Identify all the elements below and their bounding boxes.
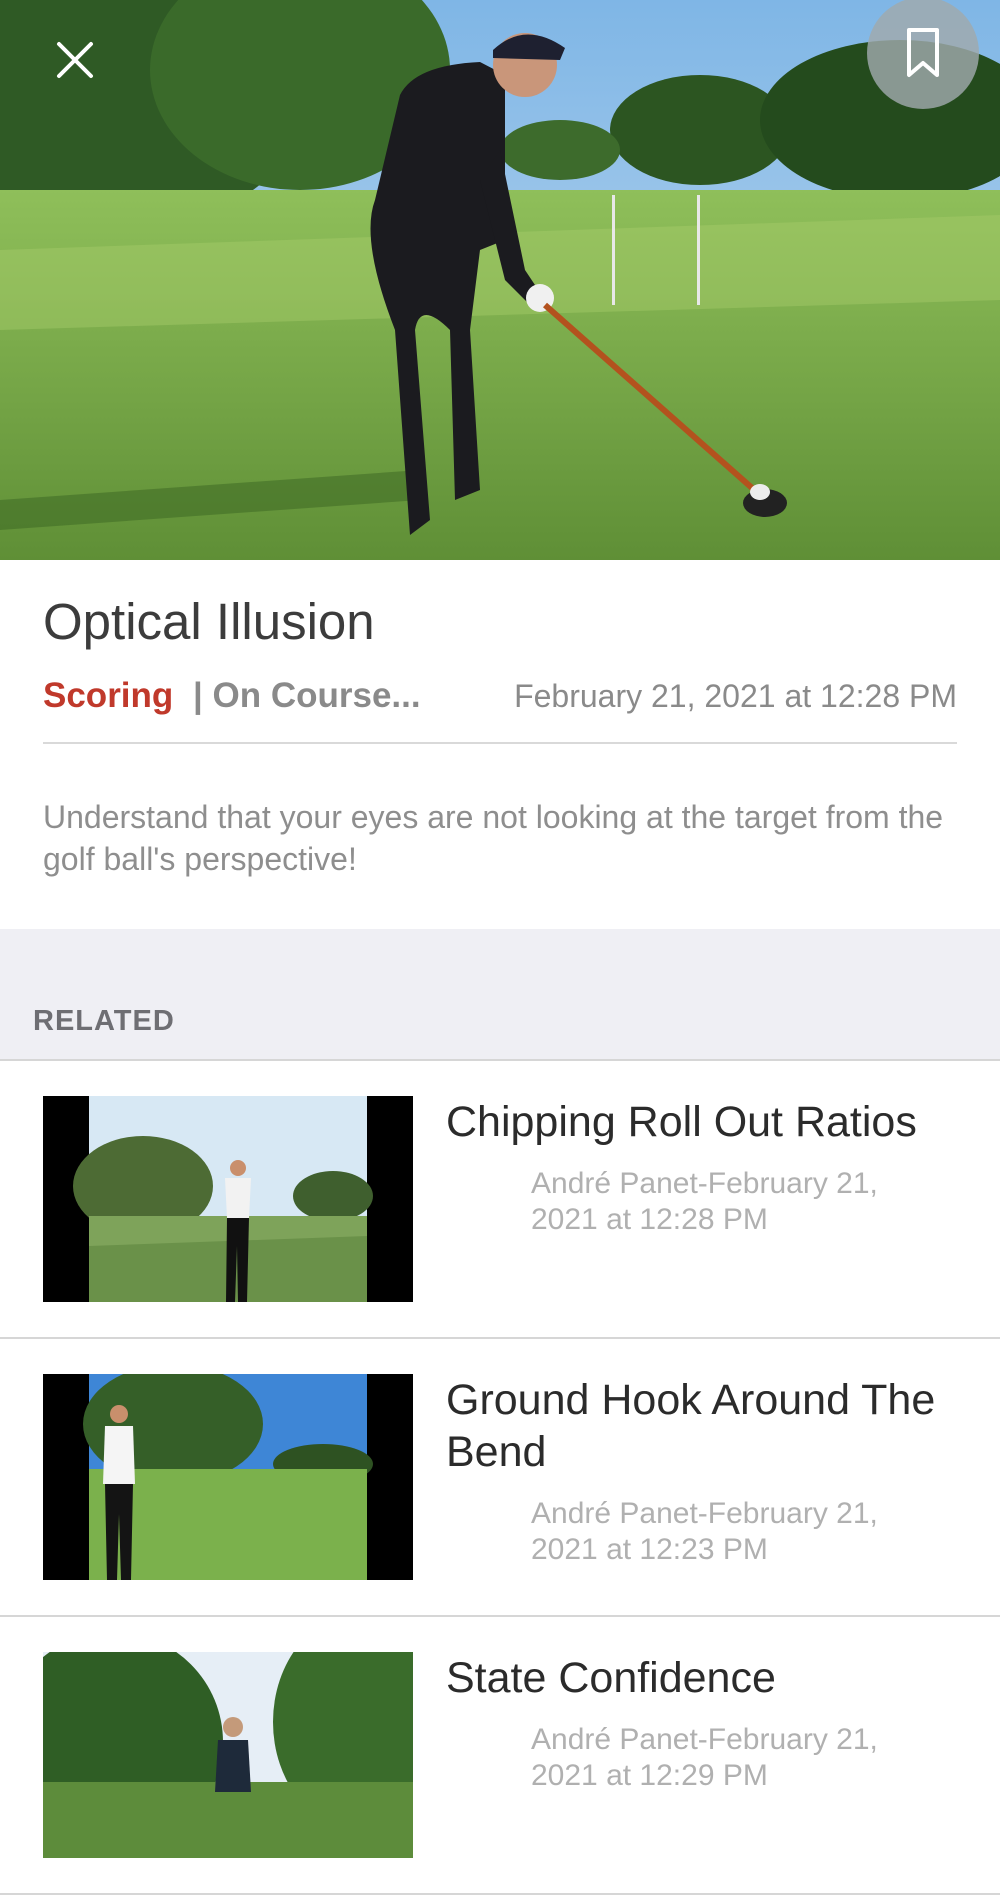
related-item-meta: André Panet-February 21, 2021 at 12:23 P… xyxy=(531,1497,878,1566)
related-item-title: Ground Hook Around The Bend xyxy=(446,1376,936,1476)
bookmark-icon xyxy=(907,28,939,77)
close-icon xyxy=(57,42,93,78)
video-thumbnail xyxy=(43,1096,413,1302)
video-date: February 21, 2021 at 12:28 PM xyxy=(514,678,957,714)
related-item[interactable]: State Confidence André Panet-February 21… xyxy=(0,1617,1000,1895)
related-list: Chipping Roll Out Ratios André Panet-Feb… xyxy=(0,1061,1000,1895)
subcategory-label: | On Course... xyxy=(193,676,421,715)
related-item-title: Chipping Roll Out Ratios xyxy=(446,1098,917,1146)
video-frame xyxy=(0,0,1000,560)
related-heading: RELATED xyxy=(33,1005,175,1037)
video-player[interactable] xyxy=(0,0,1000,560)
video-details: Optical Illusion Scoring | On Course... … xyxy=(0,560,1000,929)
video-thumbnail xyxy=(43,1374,413,1580)
related-section-header: RELATED xyxy=(0,929,1000,1061)
close-button[interactable] xyxy=(40,25,110,95)
related-item-meta: André Panet-February 21, 2021 at 12:29 P… xyxy=(531,1723,878,1792)
category-link[interactable]: Scoring xyxy=(43,676,173,716)
video-meta: Scoring | On Course... February 21, 2021… xyxy=(43,676,957,726)
related-item-title: State Confidence xyxy=(446,1654,776,1702)
related-item[interactable]: Chipping Roll Out Ratios André Panet-Feb… xyxy=(0,1061,1000,1339)
bookmark-button[interactable] xyxy=(867,0,979,109)
video-title: Optical Illusion xyxy=(43,593,375,650)
related-item-meta: André Panet-February 21, 2021 at 12:28 P… xyxy=(531,1167,878,1236)
divider xyxy=(43,742,957,744)
video-description: Understand that your eyes are not lookin… xyxy=(43,799,944,877)
video-thumbnail xyxy=(43,1652,413,1858)
related-item[interactable]: Ground Hook Around The Bend André Panet-… xyxy=(0,1339,1000,1617)
